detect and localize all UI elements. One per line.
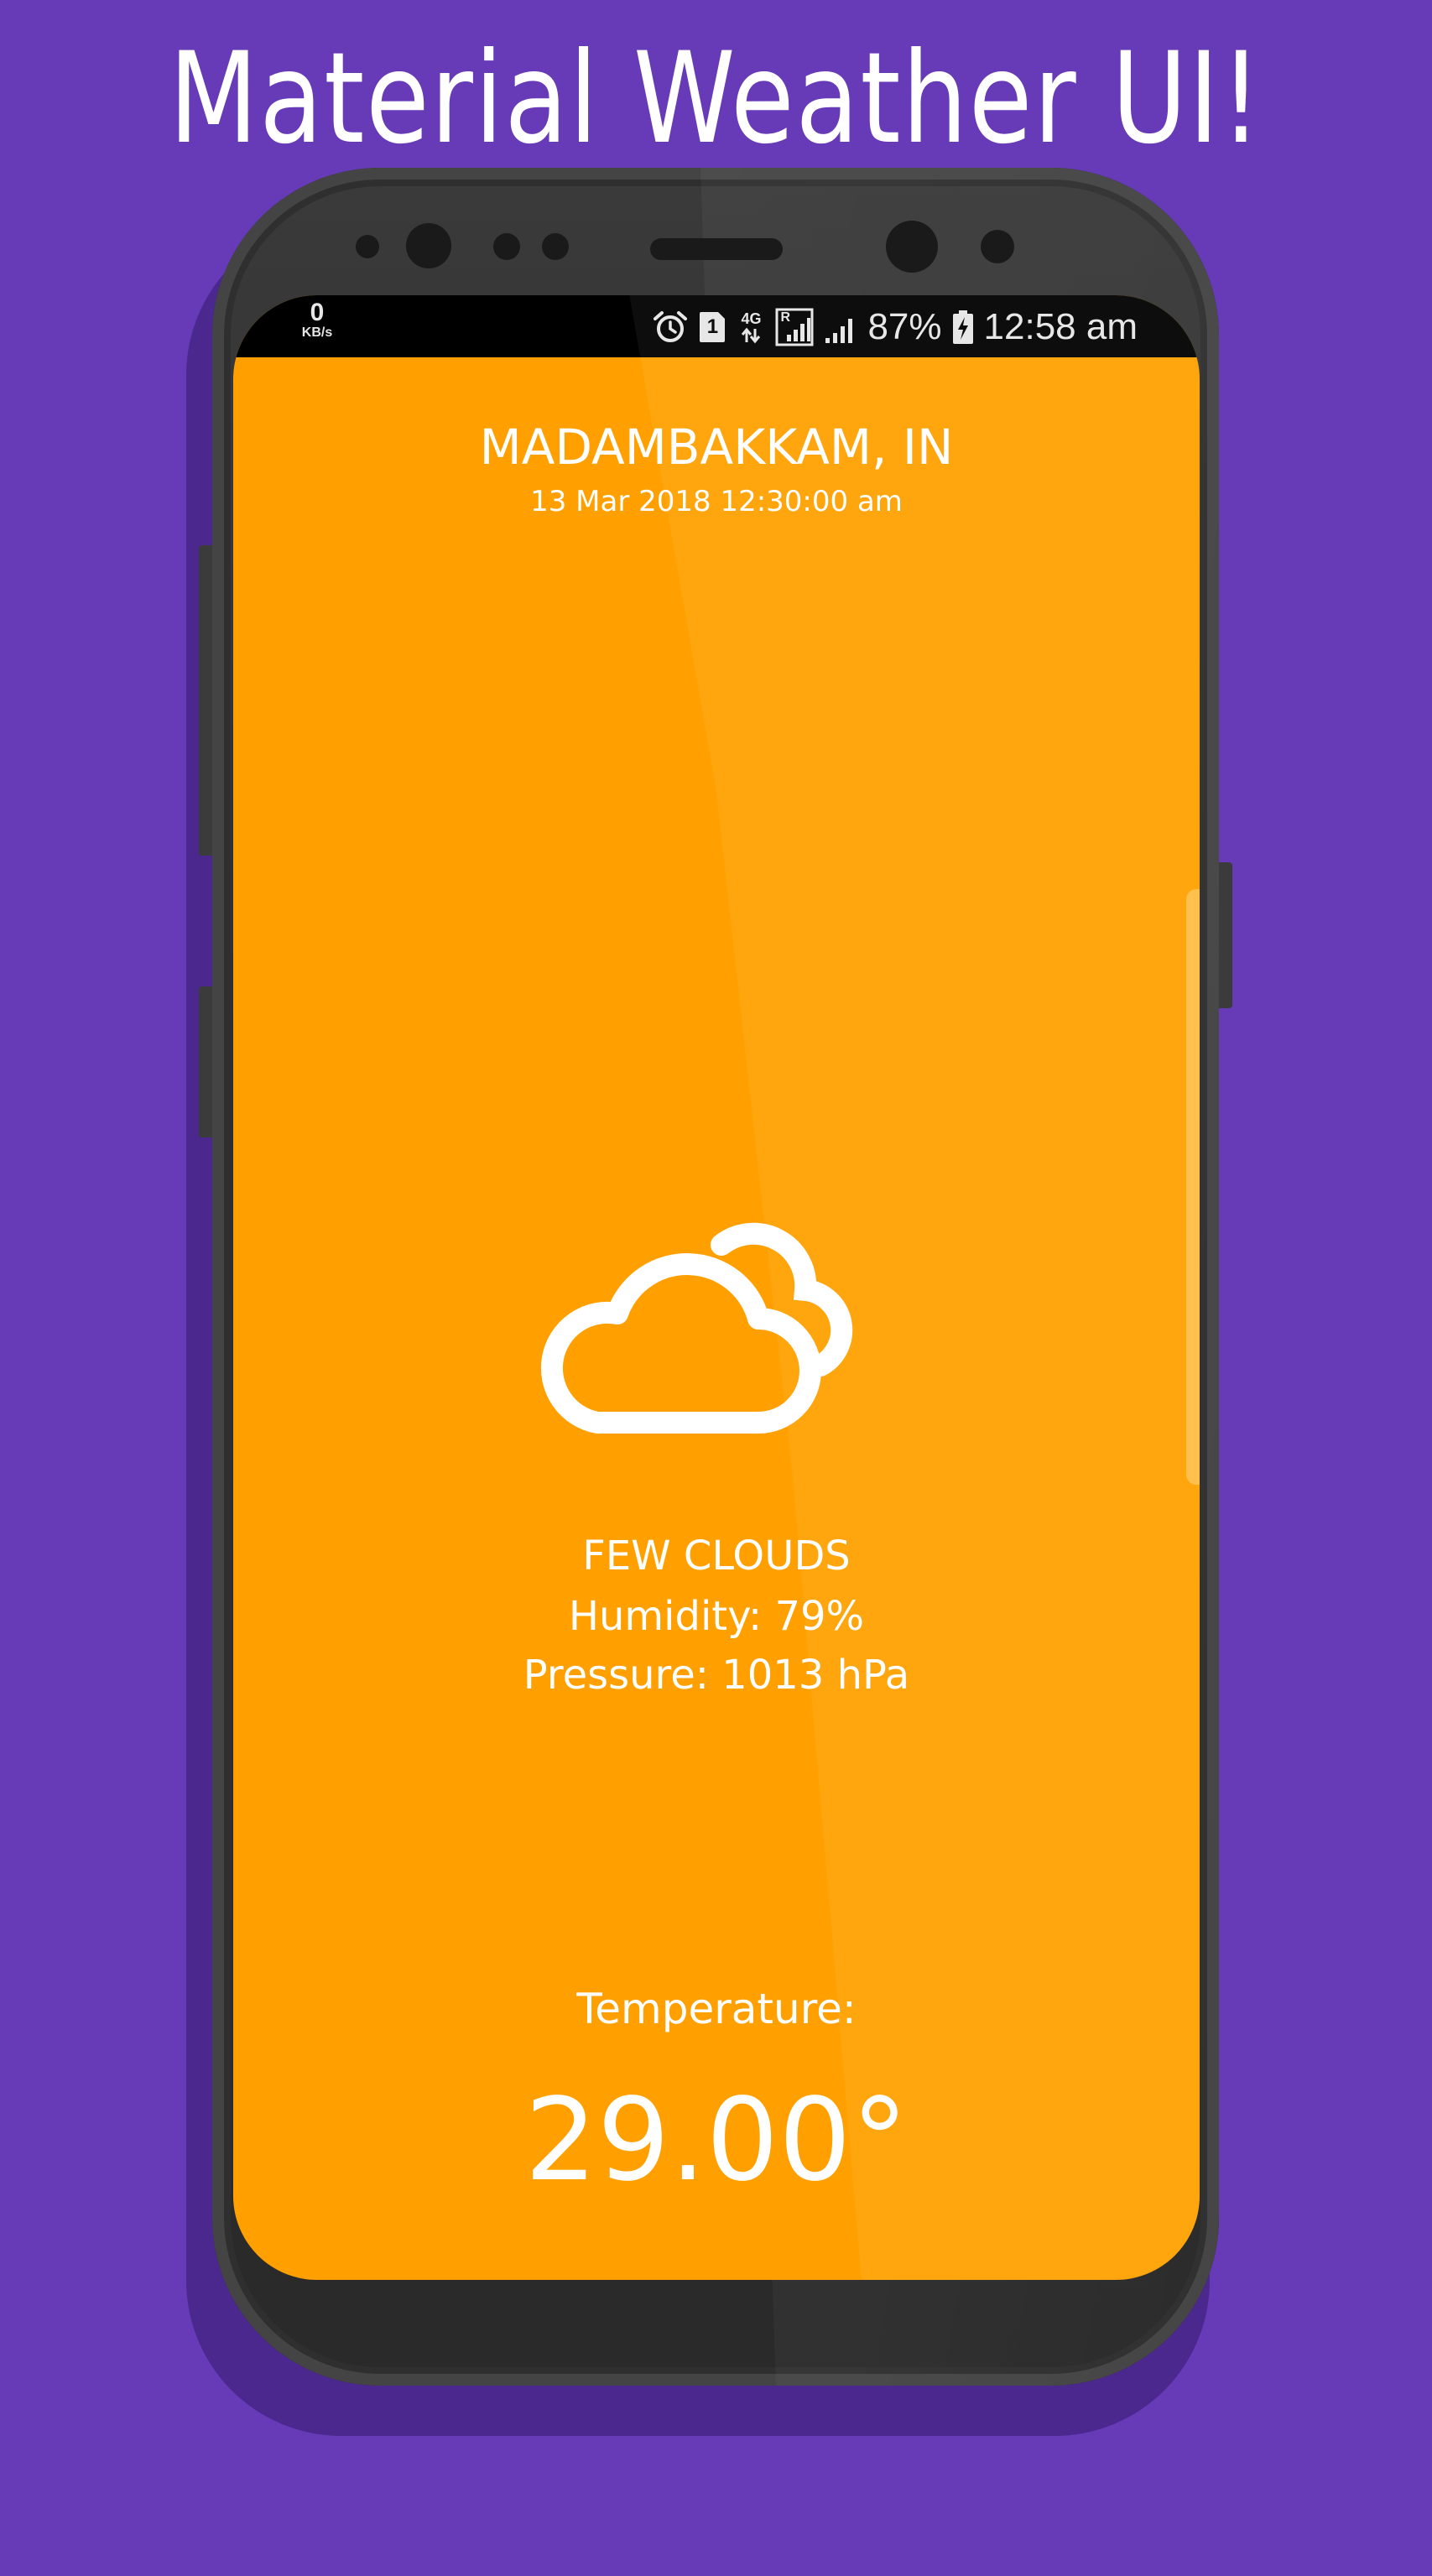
updated-datetime: 13 Mar 2018 12:30:00 am	[530, 485, 903, 518]
data-4g-icon: 4G	[737, 310, 765, 344]
proximity-sensor	[356, 235, 379, 258]
temperature-label: Temperature:	[576, 1985, 857, 2033]
front-camera-lens	[406, 223, 451, 268]
edge-panel-handle[interactable]	[1186, 889, 1200, 1485]
ambient-sensor	[493, 233, 520, 260]
roaming-indicator: R	[780, 310, 791, 325]
location-title: MADAMBAKKAM, IN	[479, 419, 954, 476]
sim-icon: 1	[698, 310, 726, 344]
battery-percentage: 87%	[867, 306, 942, 347]
signal-icon	[824, 310, 857, 345]
earpiece-speaker	[650, 238, 783, 260]
weather-description: FEW CLOUDS	[582, 1533, 851, 1579]
phone-screen: 0 KB/s 1 4G R 87% 12:58 am MADAMBAKKAM, …	[233, 295, 1200, 2280]
network-speed-unit: KB/s	[301, 325, 333, 340]
ambient-sensor-2	[542, 233, 569, 260]
network-type-label: 4G	[741, 310, 762, 327]
sim-slot-number: 1	[706, 315, 719, 338]
status-icons: 1 4G R 87% 12:58 am	[653, 307, 1138, 347]
network-speed-value: 0	[310, 299, 325, 326]
iris-led	[981, 230, 1014, 263]
status-bar: 0 KB/s 1 4G R 87% 12:58 am	[233, 295, 1200, 357]
humidity-text: Humidity: 79%	[568, 1593, 865, 1640]
banner-title: Material Weather UI!	[169, 26, 1263, 172]
alarm-icon	[653, 310, 688, 345]
roaming-signal-icon: R	[775, 308, 814, 346]
battery-charging-icon	[952, 310, 974, 345]
network-speed-indicator: 0 KB/s	[294, 300, 341, 340]
few-clouds-icon	[539, 1201, 894, 1453]
pressure-text: Pressure: 1013 hPa	[523, 1652, 910, 1699]
temperature-value: 29.00°	[524, 2074, 909, 2207]
status-clock: 12:58 am	[983, 306, 1138, 347]
iris-camera-lens	[886, 221, 938, 273]
